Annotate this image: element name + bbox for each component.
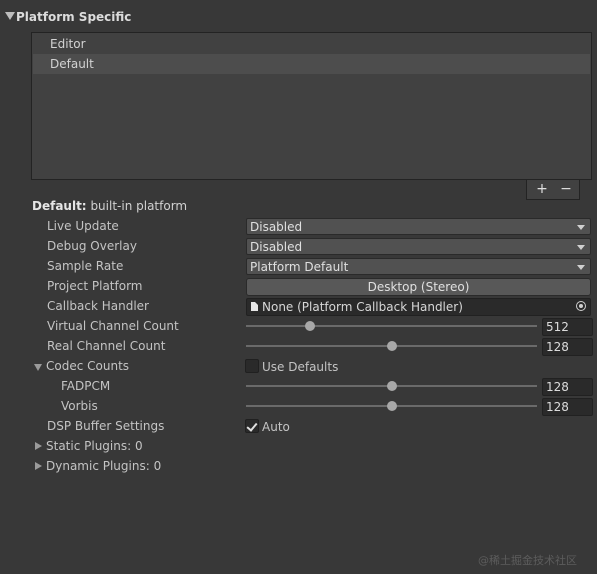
chevron-down-icon [577, 225, 585, 230]
real-channel-count-input[interactable]: 128 [542, 338, 593, 356]
platform-name: Default: [32, 199, 87, 213]
live-update-label: Live Update [47, 219, 119, 233]
real-channel-slider-thumb[interactable] [386, 341, 397, 351]
auto-checkbox[interactable] [245, 419, 259, 433]
dynamic-plugins-foldout[interactable]: Dynamic Plugins: 0 [46, 459, 161, 473]
platform-header: Default: built-in platform [32, 199, 187, 213]
real-channel-count-label: Real Channel Count [47, 339, 166, 353]
section-title: Platform Specific [16, 10, 132, 24]
project-platform-label: Project Platform [47, 279, 143, 293]
live-update-value: Disabled [250, 220, 303, 234]
real-channel-count-value: 128 [546, 340, 569, 354]
list-item-editor[interactable]: Editor [33, 34, 590, 54]
add-platform-button[interactable]: + [531, 181, 553, 199]
virtual-channel-slider-thumb[interactable] [305, 321, 316, 331]
virtual-channel-count-value: 512 [546, 320, 569, 334]
project-platform-button[interactable]: Desktop (Stereo) [246, 278, 591, 296]
checkmark-icon [246, 420, 258, 432]
virtual-channel-slider-track[interactable] [246, 325, 537, 327]
virtual-channel-count-input[interactable]: 512 [542, 318, 593, 336]
vorbis-slider-thumb[interactable] [386, 401, 397, 411]
static-plugins-foldout[interactable]: Static Plugins: 0 [46, 439, 143, 453]
codec-counts-label: Codec Counts [46, 359, 130, 373]
fadpcm-value: 128 [546, 380, 569, 394]
foldout-collapsed-icon[interactable] [35, 442, 42, 450]
virtual-channel-count-label: Virtual Channel Count [47, 319, 179, 333]
object-picker-icon[interactable] [576, 301, 586, 311]
fadpcm-slider-thumb[interactable] [386, 381, 397, 391]
platform-suffix: built-in platform [90, 199, 188, 213]
chevron-down-icon [577, 265, 585, 270]
sample-rate-label: Sample Rate [47, 259, 124, 273]
dsp-buffer-settings-label: DSP Buffer Settings [47, 419, 165, 433]
chevron-down-icon [577, 245, 585, 250]
watermark: @稀土掘金技术社区 [478, 554, 577, 567]
debug-overlay-dropdown[interactable]: Disabled [246, 238, 591, 255]
remove-platform-button[interactable]: − [555, 181, 577, 199]
callback-handler-value: None (Platform Callback Handler) [262, 300, 463, 314]
use-defaults-checkbox[interactable] [245, 359, 259, 373]
foldout-collapsed-icon[interactable] [35, 462, 42, 470]
foldout-expanded-icon[interactable] [34, 364, 42, 371]
vorbis-label: Vorbis [61, 399, 98, 413]
platform-list: Editor Default [31, 32, 592, 180]
auto-label: Auto [262, 420, 290, 434]
section-header-platform-specific[interactable]: Platform Specific [0, 9, 597, 29]
live-update-dropdown[interactable]: Disabled [246, 218, 591, 235]
debug-overlay-label: Debug Overlay [47, 239, 137, 253]
use-defaults-label: Use Defaults [262, 360, 339, 374]
fadpcm-label: FADPCM [61, 379, 111, 393]
vorbis-input[interactable]: 128 [542, 398, 593, 416]
debug-overlay-value: Disabled [250, 240, 303, 254]
list-item-default[interactable]: Default [33, 54, 590, 74]
document-icon [251, 302, 258, 311]
vorbis-value: 128 [546, 400, 569, 414]
foldout-expanded-icon[interactable] [5, 12, 15, 20]
callback-handler-field[interactable]: None (Platform Callback Handler) [246, 298, 591, 316]
callback-handler-label: Callback Handler [47, 299, 149, 313]
sample-rate-value: Platform Default [250, 260, 349, 274]
sample-rate-dropdown[interactable]: Platform Default [246, 258, 591, 275]
fadpcm-input[interactable]: 128 [542, 378, 593, 396]
list-footer: + − [526, 180, 580, 200]
